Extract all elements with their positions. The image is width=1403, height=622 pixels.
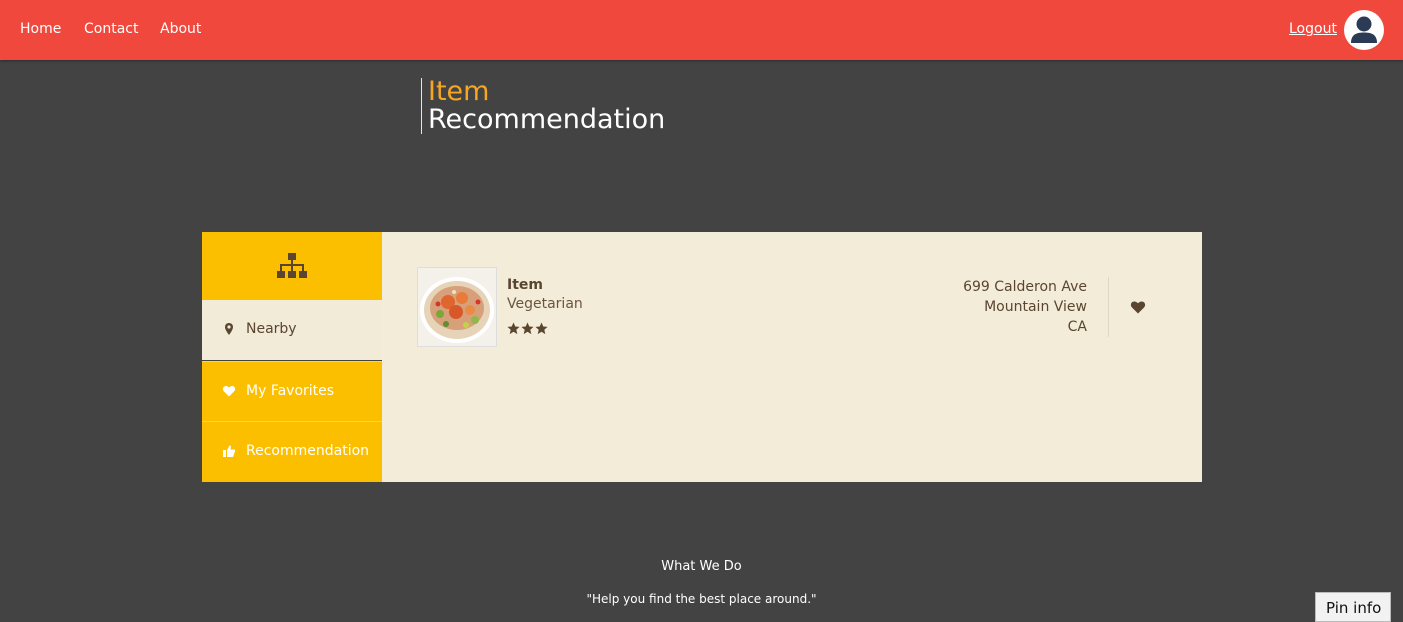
nav-about-link[interactable]: About — [160, 21, 201, 37]
address-city: Mountain View — [984, 299, 1087, 315]
user-avatar-icon[interactable] — [1344, 10, 1384, 50]
sidebar-item-recommendation[interactable]: Recommendation — [202, 421, 382, 482]
item-address: 699 Calderon Ave Mountain View CA — [963, 277, 1087, 337]
sidebar-item-label: Recommendation — [246, 443, 370, 459]
pin-info-button[interactable]: Pin info — [1315, 592, 1391, 622]
star-icon — [535, 322, 548, 335]
heart-icon — [1130, 301, 1146, 314]
map-marker-icon — [225, 323, 233, 335]
favorite-button[interactable] — [1130, 300, 1146, 314]
nav-home-link[interactable]: Home — [20, 21, 61, 37]
item-name[interactable]: Item — [507, 277, 543, 293]
sidebar-item-favorites[interactable]: My Favorites — [202, 361, 382, 421]
sidebar: Nearby My Favorites Recommendation — [202, 232, 382, 482]
thumbs-up-icon — [223, 445, 236, 457]
sidebar-header — [202, 232, 382, 300]
main-panel: Nearby My Favorites Recommendation Item … — [202, 232, 1202, 482]
nav-contact-link[interactable]: Contact — [84, 21, 138, 37]
sidebar-item-label: My Favorites — [246, 383, 335, 399]
logout-link[interactable]: Logout — [1289, 21, 1337, 37]
page-title-line1: Item — [428, 76, 490, 107]
address-state: CA — [1067, 319, 1087, 335]
star-icon — [507, 322, 520, 335]
footer-title: What We Do — [661, 559, 742, 574]
page-title-line2: Recommendation — [428, 104, 666, 135]
star-rating — [507, 322, 548, 336]
footer-quote: "Help you find the best place around." — [586, 592, 817, 606]
item-category: Vegetarian — [507, 296, 583, 312]
top-navbar: Home Contact About Logout — [0, 0, 1403, 60]
results-list: Item Vegetarian 699 Calderon Ave Mountai… — [382, 232, 1202, 482]
divider — [1108, 277, 1109, 337]
sidebar-item-nearby[interactable]: Nearby — [202, 300, 382, 360]
item-thumbnail — [417, 267, 497, 347]
heart-icon — [222, 385, 236, 397]
address-street: 699 Calderon Ave — [963, 279, 1087, 295]
sidebar-item-label: Nearby — [246, 321, 297, 337]
page-title: Item Recommendation — [421, 78, 665, 134]
sitemap-icon — [277, 253, 307, 278]
star-icon — [521, 322, 534, 335]
